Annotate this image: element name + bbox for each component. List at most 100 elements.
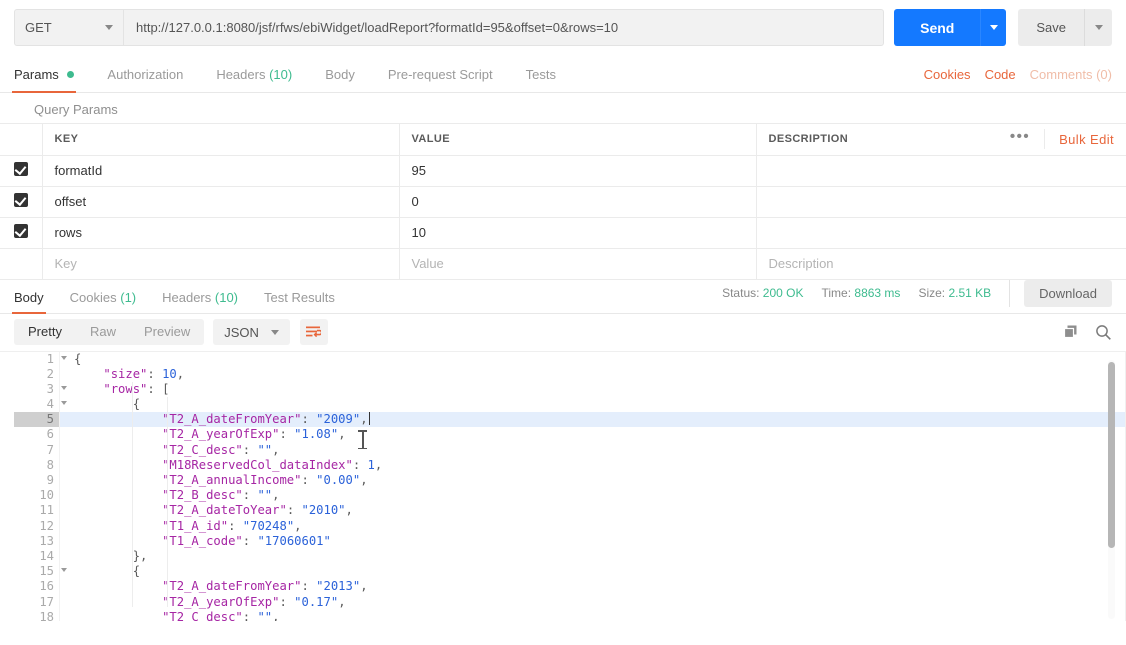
row-checkbox-cell-empty [0,248,43,280]
code-line[interactable]: 2 "size": 10, [14,366,1126,382]
send-button[interactable]: Send [894,9,981,46]
tab-pre-request-script[interactable]: Pre-request Script [388,67,493,92]
code-line[interactable]: 7 "T2_C_desc": "", [14,442,1126,458]
response-tab-body-label: Body [14,289,44,305]
code-line-text: "T2_A_yearOfExp": "1.08", [162,427,346,442]
comments-link[interactable]: Comments (0) [1030,67,1112,82]
response-tab-cookies[interactable]: Cookies (1) [70,290,136,313]
code-line[interactable]: 6 "T2_A_yearOfExp": "1.08", [14,427,1126,443]
row-checkbox-cell[interactable] [0,186,43,218]
param-description[interactable] [755,155,1126,187]
tab-body[interactable]: Body [325,67,355,92]
search-button[interactable] [1095,324,1112,341]
param-value[interactable]: 10 [398,217,757,249]
request-url-bar: GET Send Save [0,0,1126,55]
row-checkbox-cell[interactable] [0,155,43,187]
code-line[interactable]: 3 "rows": [ [14,381,1126,398]
table-row: rows 10 [0,217,1126,249]
param-key[interactable]: formatId [41,155,400,187]
new-param-value-input[interactable]: Value [398,248,757,280]
tab-tests[interactable]: Tests [526,67,556,92]
checkbox-checked-icon[interactable] [13,193,28,207]
row-checkbox-cell[interactable] [0,217,43,249]
code-line[interactable]: 5 "T2_A_dateFromYear": "2009", [14,412,1126,428]
editor-scrollbar-thumb[interactable] [1108,361,1115,548]
code-line[interactable]: 11 "T2_A_dateToYear": "2010", [14,503,1126,519]
query-params-table: KEY VALUE DESCRIPTION ••• Bulk Edit form… [0,124,1126,280]
param-description[interactable] [755,186,1126,218]
http-method-select[interactable]: GET [14,9,124,46]
response-tab-test-results[interactable]: Test Results [264,290,335,313]
code-line[interactable]: 17 "T2_A_yearOfExp": "0.17", [14,594,1126,610]
response-tab-headers[interactable]: Headers (10) [162,290,238,313]
download-button[interactable]: Download [1024,279,1112,307]
cookies-link[interactable]: Cookies [924,67,971,82]
bulk-edit-button[interactable]: Bulk Edit [1045,132,1114,147]
code-line[interactable]: 9 "T2_A_annualIncome": "0.00", [14,473,1126,489]
line-number: 1 [14,351,67,367]
json-code[interactable]: 1{2 "size": 10, 3 "rows": [4 {5 "T2_A_dat… [14,351,1126,621]
code-line[interactable]: 15 { [14,564,1126,580]
status-badge: Status: 200 OK [722,286,803,300]
code-line[interactable]: 18 "T2_C_desc": "", [14,609,1126,621]
tab-headers[interactable]: Headers (10) [216,67,292,92]
line-number: 4 [14,397,67,413]
code-line[interactable]: 10 "T2_B_desc": "", [14,488,1126,504]
save-options-button[interactable] [1084,9,1112,46]
line-number: 10 [14,488,60,504]
checkbox-checked-icon[interactable] [13,224,28,238]
view-mode-segmented-control: Pretty Raw Preview [14,319,205,345]
param-description[interactable] [755,217,1126,249]
response-tabs: Body Cookies (1) Headers (10) Test Resul… [0,279,1126,314]
param-value[interactable]: 95 [398,155,757,187]
code-line[interactable]: 4 { [14,397,1126,413]
code-line[interactable]: 1{ [14,351,1126,367]
view-mode-preview[interactable]: Preview [130,319,204,345]
url-input[interactable] [124,9,885,46]
param-key[interactable]: rows [41,217,400,249]
column-header-value: VALUE [398,124,757,156]
body-toolbar-actions [1063,324,1112,341]
line-number: 12 [14,518,60,534]
code-line[interactable]: 8 "M18ReservedCol_dataIndex": 1, [14,457,1126,473]
code-line[interactable]: 12 "T1_A_id": "70248", [14,518,1126,534]
send-options-button[interactable] [980,9,1007,46]
view-mode-raw[interactable]: Raw [76,319,130,345]
word-wrap-toggle[interactable] [299,319,328,345]
table-header-row: KEY VALUE DESCRIPTION ••• Bulk Edit [0,124,1126,156]
copy-button[interactable] [1063,324,1079,340]
view-mode-pretty[interactable]: Pretty [14,319,76,345]
response-tab-headers-count: (10) [214,289,239,305]
code-line-text: "T2_B_desc": "", [162,488,280,503]
tab-authorization[interactable]: Authorization [107,67,183,92]
response-body-toolbar: Pretty Raw Preview JSON [0,314,1126,351]
code-line-text: "T2_A_dateFromYear": "2013", [162,579,368,594]
code-line[interactable]: 16 "T2_A_dateFromYear": "2013", [14,579,1126,595]
params-modified-dot-icon [67,71,75,79]
size-badge: Size: 2.51 KB [918,286,991,300]
more-options-icon[interactable]: ••• [1000,129,1046,150]
code-link[interactable]: Code [985,67,1016,82]
time-value: 8863 ms [854,286,901,300]
column-header-description-label: DESCRIPTION [768,133,849,146]
response-tab-cookies-label: Cookies [69,289,117,305]
response-format-select[interactable]: JSON [213,319,290,345]
response-body-editor[interactable]: 1{2 "size": 10, 3 "rows": [4 {5 "T2_A_dat… [0,350,1126,621]
code-line[interactable]: 14 }, [14,548,1126,565]
param-value[interactable]: 0 [398,186,757,218]
save-button[interactable]: Save [1018,9,1084,46]
param-key[interactable]: offset [41,186,400,218]
line-number: 13 [14,533,60,549]
tab-params[interactable]: Params [11,67,77,93]
code-line[interactable]: 13 "T1_A_code": "17060601" [14,533,1126,549]
line-number: 16 [14,579,60,595]
new-param-key-input[interactable]: Key [41,248,400,280]
new-param-description-input[interactable]: Description [755,248,1126,280]
checkbox-checked-icon[interactable] [13,162,28,176]
request-tabs: Params Authorization Headers (10) Body P… [0,55,1126,93]
size-label: Size: [918,286,946,300]
response-tab-body[interactable]: Body [12,289,46,314]
size-value: 2.51 KB [948,286,992,300]
column-header-key: KEY [41,124,400,156]
code-line-text: "T2_A_dateToYear": "2010", [162,503,353,518]
